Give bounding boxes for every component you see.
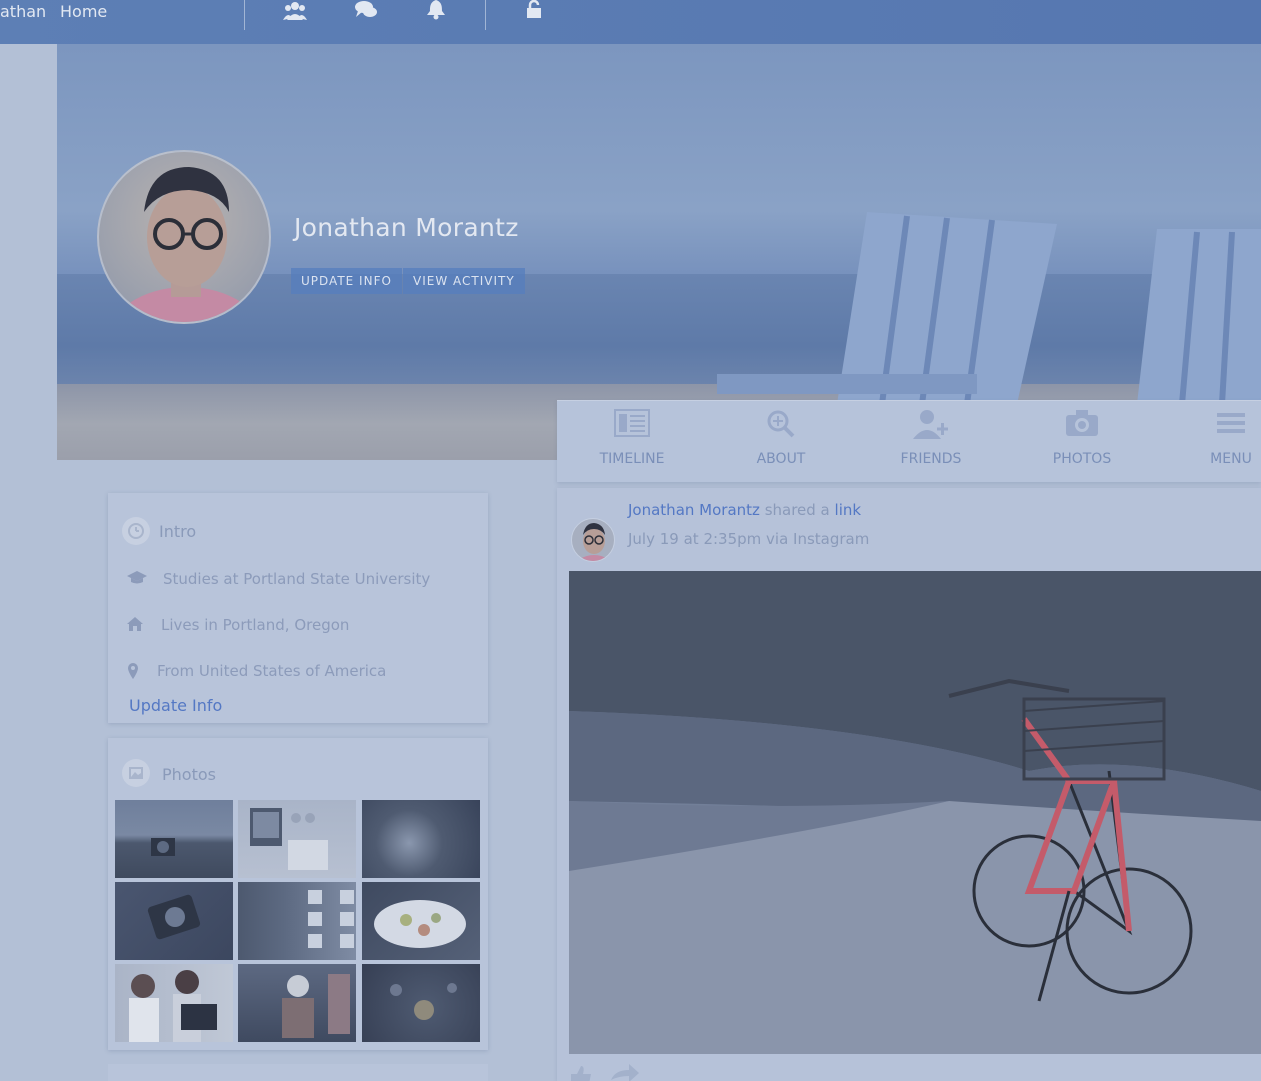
menu-icon — [1215, 409, 1247, 442]
map-pin-icon — [128, 663, 138, 684]
profile-tabs: TIMELINE ABOUT FRIENDS PHOTOS MENU — [557, 400, 1261, 482]
photo-thumbnail[interactable] — [238, 882, 356, 960]
profile-name: Jonathan Morantz — [294, 213, 519, 242]
photo-thumbnail[interactable] — [238, 800, 356, 878]
tab-menu[interactable]: MENU — [1176, 401, 1261, 483]
intro-row-lives: Lives in Portland, Oregon — [161, 616, 350, 634]
top-navbar: athan Home — [0, 0, 1261, 44]
tab-label: MENU — [1210, 451, 1252, 467]
home-icon — [127, 617, 143, 636]
photo-thumbnail[interactable] — [115, 964, 233, 1042]
photo-thumbnail[interactable] — [115, 882, 233, 960]
friends-icon[interactable] — [283, 0, 307, 24]
timeline-post: Jonathan Morantz shared a link July 19 a… — [557, 488, 1261, 1081]
intro-clock-icon — [122, 517, 150, 545]
tab-label: FRIENDS — [900, 451, 962, 467]
tab-timeline[interactable]: TIMELINE — [577, 401, 687, 483]
about-search-icon — [766, 409, 796, 444]
camera-icon — [1065, 409, 1099, 442]
share-icon — [611, 1064, 639, 1081]
nav-divider — [485, 0, 486, 30]
post-image[interactable] — [569, 571, 1261, 1054]
post-actions — [567, 1064, 647, 1081]
messages-icon[interactable] — [354, 0, 378, 24]
post-timestamp: July 19 at 2:35pm via Instagram — [628, 530, 870, 548]
tab-about[interactable]: ABOUT — [726, 401, 836, 483]
photos-image-icon — [122, 759, 150, 787]
photo-thumbnail[interactable] — [238, 964, 356, 1042]
photo-thumbnail[interactable] — [115, 800, 233, 878]
view-activity-button[interactable]: VIEW ACTIVITY — [403, 268, 525, 294]
intro-row-studies: Studies at Portland State University — [163, 570, 431, 588]
nav-divider — [244, 0, 245, 30]
photos-card: Photos — [108, 738, 488, 1050]
timeline-icon — [614, 409, 650, 442]
privacy-lock-icon[interactable] — [526, 0, 550, 24]
photo-thumbnail[interactable] — [362, 964, 480, 1042]
post-shared-link[interactable]: link — [835, 501, 862, 519]
next-card — [108, 1064, 488, 1081]
profile-avatar[interactable] — [97, 150, 271, 324]
intro-card: Intro Studies at Portland State Universi… — [108, 493, 488, 723]
tab-friends[interactable]: FRIENDS — [876, 401, 986, 483]
notifications-icon[interactable] — [425, 0, 449, 24]
photo-thumbnail[interactable] — [362, 800, 480, 878]
tab-label: TIMELINE — [599, 451, 665, 467]
like-icon — [571, 1066, 591, 1081]
post-header: Jonathan Morantz shared a link — [628, 501, 861, 519]
update-info-button[interactable]: UPDATE INFO — [291, 268, 402, 294]
tab-label: ABOUT — [756, 451, 806, 467]
post-author-link[interactable]: Jonathan Morantz — [628, 501, 760, 519]
photo-thumbnail[interactable] — [362, 882, 480, 960]
nav-home-link[interactable]: Home — [60, 2, 107, 21]
post-action-text: shared a — [764, 501, 830, 519]
update-info-link[interactable]: Update Info — [129, 696, 222, 715]
graduation-cap-icon — [127, 571, 147, 590]
post-author-avatar[interactable] — [571, 518, 615, 562]
nav-user-name-link[interactable]: athan — [0, 2, 46, 21]
intro-title: Intro — [159, 522, 197, 541]
tab-label: PHOTOS — [1052, 451, 1112, 467]
add-friend-icon — [913, 409, 949, 444]
photos-title: Photos — [162, 765, 216, 784]
cover-chairs-image — [717, 212, 1261, 404]
tab-photos[interactable]: PHOTOS — [1027, 401, 1137, 483]
intro-row-from: From United States of America — [157, 662, 387, 680]
